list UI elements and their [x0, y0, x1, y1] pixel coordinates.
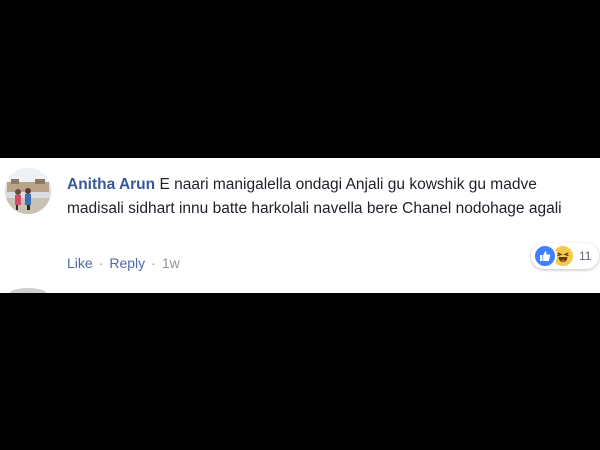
action-separator: · [98, 255, 104, 271]
author-name[interactable]: Anitha Arun [67, 176, 155, 193]
like-button[interactable]: Like [67, 255, 93, 271]
like-icon [533, 244, 557, 268]
comment-timestamp[interactable]: 1w [162, 255, 180, 271]
comment-body: Anitha Arun E naari manigalella ondagi A… [67, 173, 587, 221]
next-comment-avatar [10, 288, 46, 293]
reaction-count: 11 [579, 249, 592, 263]
reactions-summary[interactable]: 11 [531, 243, 600, 269]
action-separator: · [151, 255, 156, 271]
avatar[interactable] [5, 168, 51, 214]
comment: Anitha Arun E naari manigalella ondagi A… [0, 158, 600, 293]
comment-actions: Like · Reply · 1w [67, 255, 180, 271]
screenshot-stage: Anitha Arun E naari manigalella ondagi A… [0, 0, 600, 450]
reply-button[interactable]: Reply [109, 255, 145, 271]
